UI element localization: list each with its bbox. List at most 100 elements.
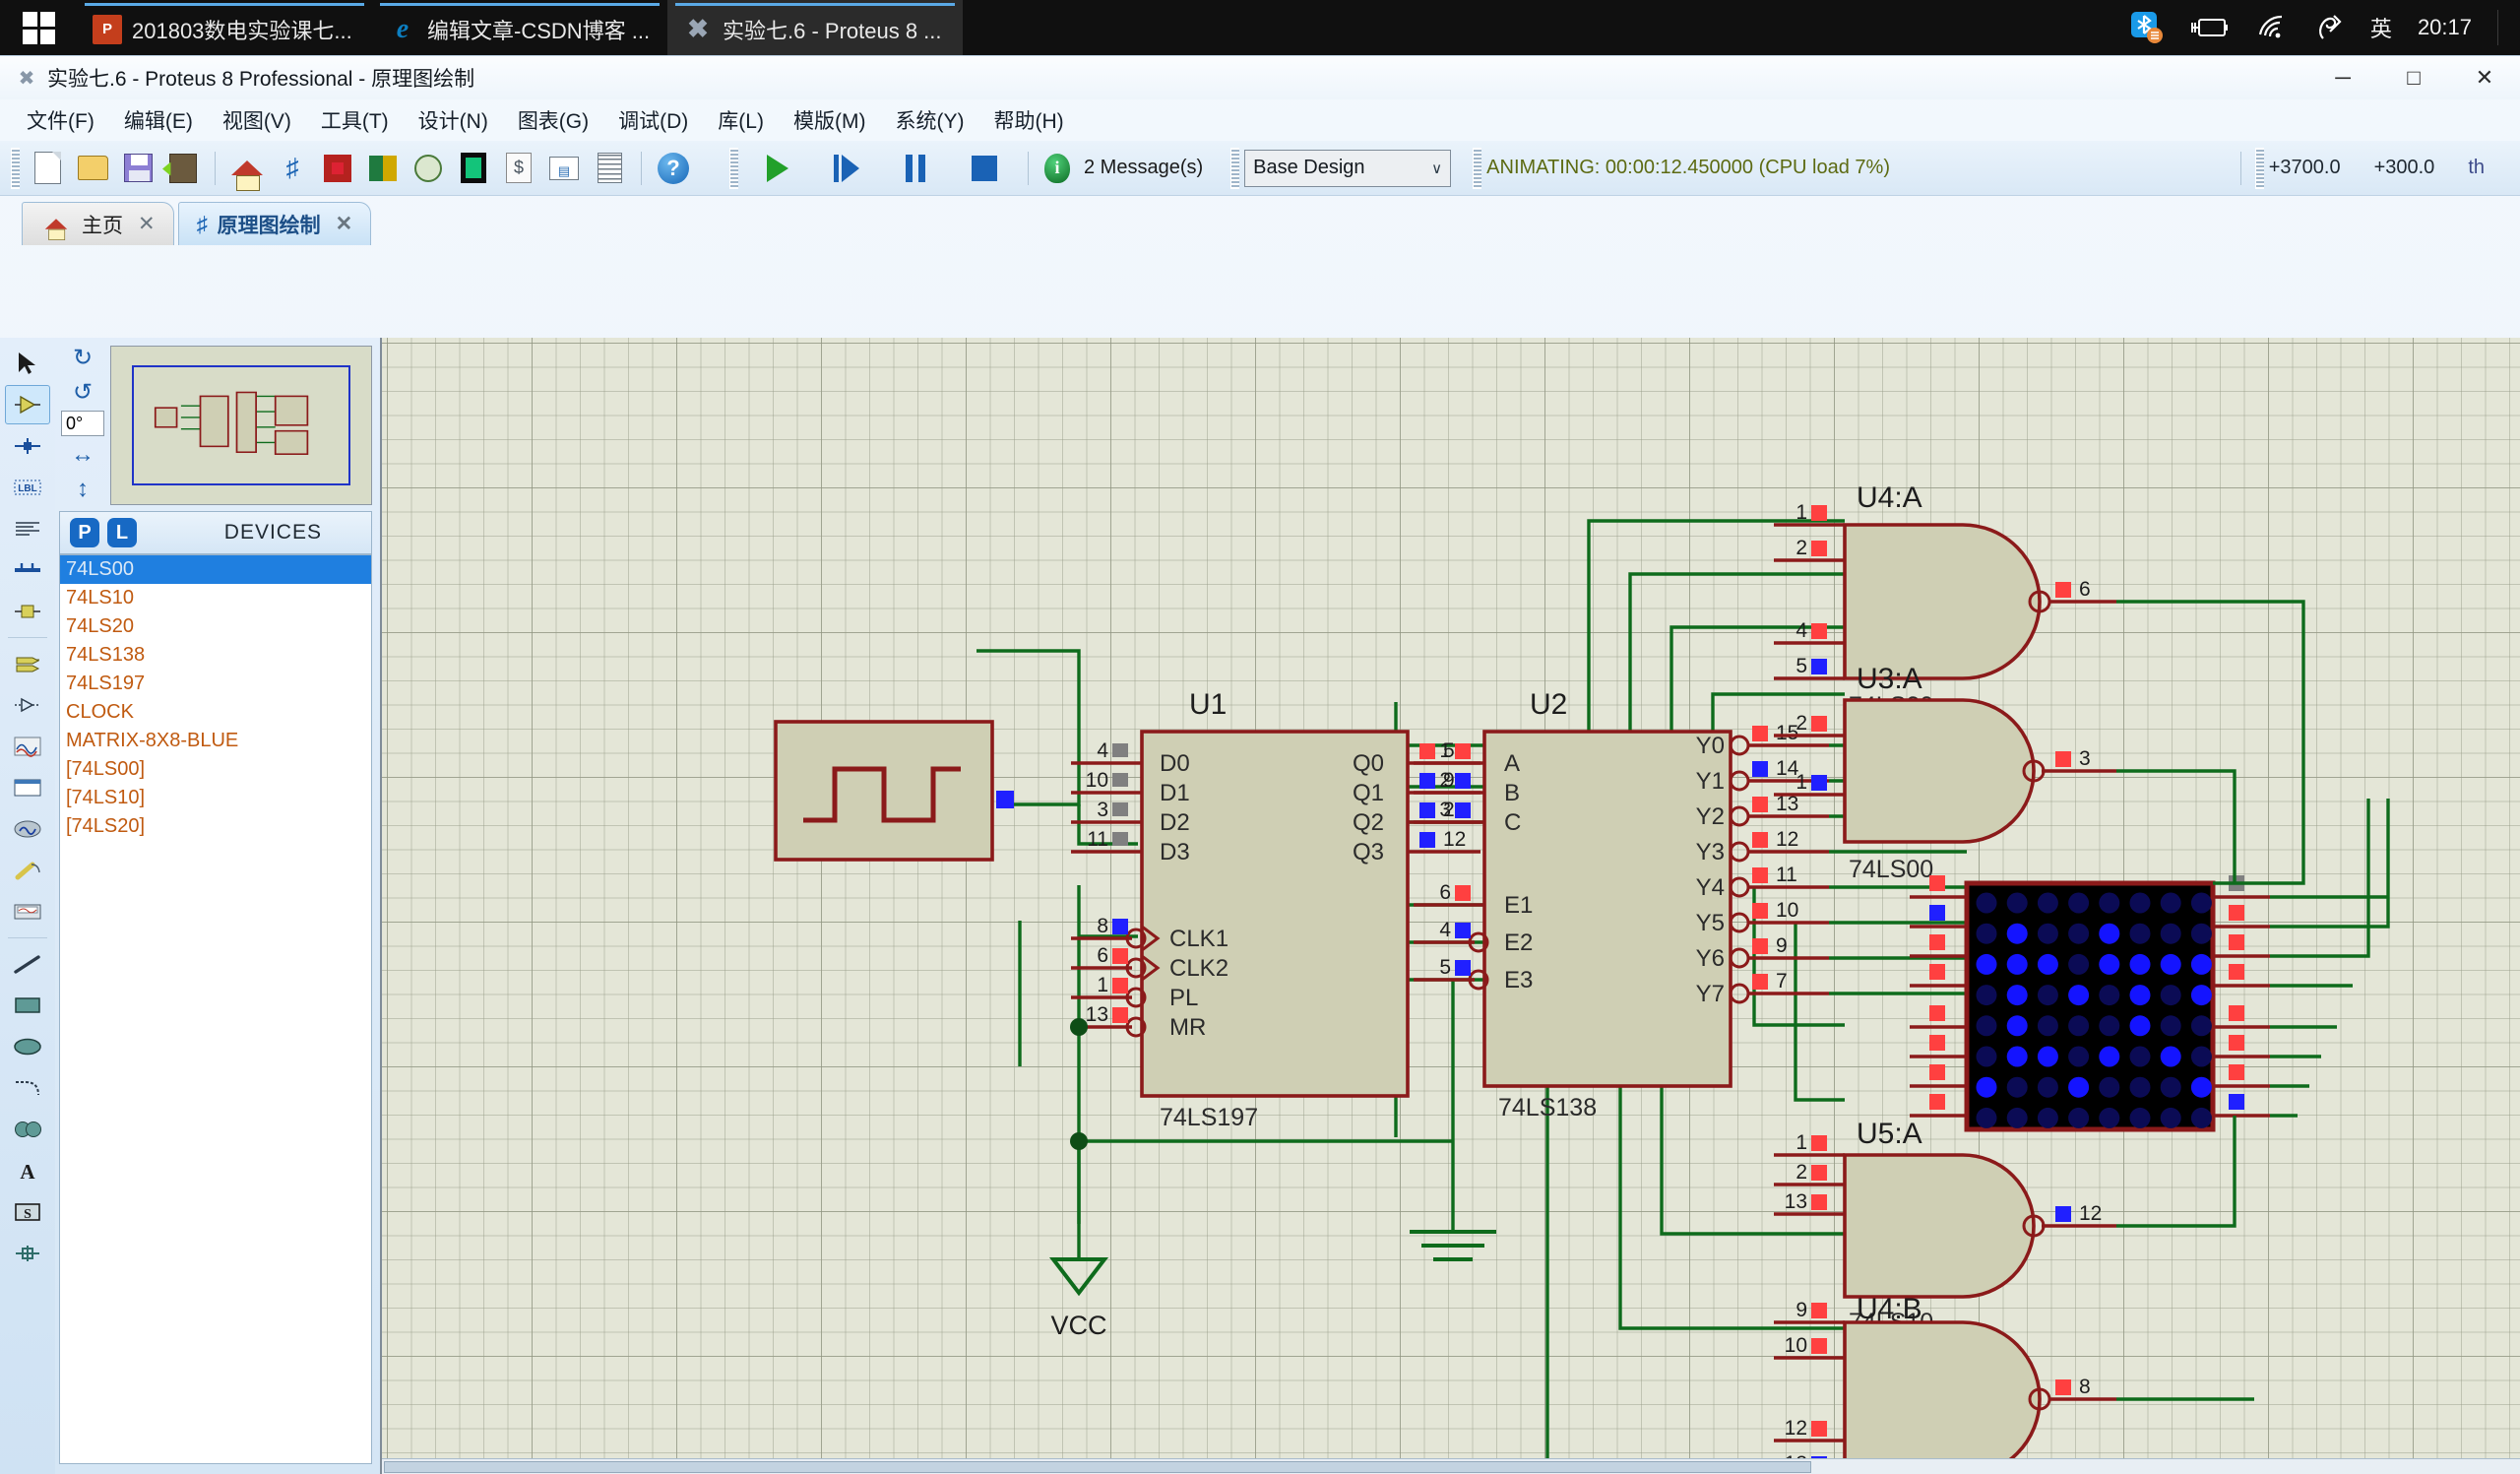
menu-edit[interactable]: 编辑(E) [111,100,206,140]
step-simulation-button[interactable] [812,147,881,190]
horizontal-scrollbar[interactable] [382,1458,2520,1474]
messages-button[interactable]: i [1038,147,1077,190]
list-item[interactable]: 74LS00 [60,555,371,584]
component-mode-button[interactable] [5,385,50,424]
bus-mode-button[interactable] [5,550,50,590]
generator-mode-button[interactable] [5,809,50,849]
voltage-probe-button[interactable] [5,851,50,890]
menu-design[interactable]: 设计(N) [406,100,501,140]
marker-tool-button[interactable] [5,1234,50,1273]
tab-schematic-capture[interactable]: ♯ 原理图绘制 ✕ [177,202,372,245]
menu-debug[interactable]: 调试(D) [605,100,701,140]
menu-tools[interactable]: 工具(T) [308,100,402,140]
menu-system[interactable]: 系统(Y) [882,100,976,140]
3d-viewer-button[interactable] [360,147,406,190]
component-u2[interactable]: U2 74LS138 1 2 3 6 4 5 A B C E1 E2 E3 15… [1414,688,1829,1122]
list-item[interactable]: [74LS00] [60,755,371,784]
terminals-mode-button[interactable] [5,644,50,683]
text-script-button[interactable] [5,509,50,548]
list-item[interactable]: 74LS10 [60,584,371,612]
pcb-layout-button[interactable] [315,147,360,190]
pause-simulation-button[interactable] [881,147,950,190]
mirror-vertical-button[interactable]: ↕ [61,474,104,505]
toolbar-grip[interactable] [2254,147,2264,189]
menu-file[interactable]: 文件(F) [14,100,107,140]
close-icon[interactable]: ✕ [336,212,353,236]
help-button[interactable]: ? [651,147,696,190]
list-item[interactable]: MATRIX-8X8-BLUE [60,727,371,755]
toolbar-grip[interactable] [1473,147,1482,189]
save-file-button[interactable] [115,147,160,190]
schematic-canvas[interactable]: .wire{stroke:#0e6b1c;stroke-width:3.4;fi… [380,338,2520,1474]
start-button[interactable] [0,0,77,55]
menu-view[interactable]: 视图(V) [210,100,304,140]
list-item[interactable]: 74LS138 [60,641,371,670]
toolbar-grip[interactable] [11,147,20,189]
symbol-tool-button[interactable]: S [5,1192,50,1232]
exit-button[interactable] [160,147,206,190]
junction-dot-button[interactable] [5,426,50,466]
close-button[interactable]: ✕ [2449,56,2520,99]
taskbar-item-powerpoint[interactable]: P 201803数电实验课七... [77,0,372,55]
bluetooth-sync-icon[interactable] [2130,11,2164,44]
component-matrix[interactable] [1910,875,2270,1132]
taskbar-item-edge[interactable]: e 编辑文章-CSDN博客 ... [372,0,667,55]
gerber-viewer-button[interactable] [406,147,451,190]
home-button[interactable] [224,147,270,191]
ime-indicator[interactable]: 英 [2370,12,2392,43]
bom-button[interactable] [451,147,496,190]
clock[interactable]: 20:17 [2418,15,2472,40]
ground-terminal[interactable] [1410,1137,1496,1261]
toolbar-grip[interactable] [1230,147,1240,189]
toolbar-grip[interactable] [729,147,738,189]
sheet-select[interactable]: Base Design ∨ [1244,149,1452,187]
selection-mode-button[interactable] [5,344,50,383]
rotate-cw-button[interactable]: ↻ [61,342,104,373]
run-simulation-button[interactable] [743,147,812,190]
box-tool-button[interactable] [5,986,50,1025]
taskbar-item-proteus[interactable]: ✖ 实验七.6 - Proteus 8 ... [667,0,963,55]
clock-generator[interactable] [774,720,1014,862]
library-manager-button[interactable]: L [107,518,137,547]
battery-charging-icon[interactable] [2189,15,2231,40]
tape-recorder-button[interactable] [5,768,50,807]
minimize-button[interactable]: ─ [2307,56,2378,99]
wifi-icon[interactable] [2256,15,2290,40]
subcircuit-button[interactable] [5,592,50,631]
devices-list[interactable]: 74LS00 74LS10 74LS20 74LS138 74LS197 CLO… [59,554,372,1464]
maximize-button[interactable]: □ [2378,56,2449,99]
wire-label-button[interactable]: LBL [5,468,50,507]
cost-button[interactable]: $ [496,147,541,190]
mirror-horizontal-button[interactable]: ↔ [61,439,104,471]
rotate-ccw-button[interactable]: ↺ [61,376,104,408]
menu-graph[interactable]: 图表(G) [505,100,601,140]
menu-help[interactable]: 帮助(H) [980,100,1076,140]
circle-tool-button[interactable] [5,1027,50,1066]
menu-template[interactable]: 模版(M) [781,100,878,140]
stop-simulation-button[interactable] [950,147,1019,190]
design-explorer-button[interactable]: ▤ [541,147,587,190]
messages-label[interactable]: 2 Message(s) [1084,157,1203,179]
text-tool-button[interactable]: A [5,1151,50,1190]
scrollbar-thumb[interactable] [384,1461,1811,1473]
list-item[interactable]: [74LS20] [60,812,371,841]
device-pins-button[interactable] [5,685,50,725]
notes-button[interactable] [587,147,632,190]
pen-icon[interactable] [2315,13,2345,42]
angle-input[interactable]: 0° [61,411,104,436]
new-file-button[interactable] [25,147,70,190]
component-u1[interactable]: U1 74LS197 4 10 3 11 8 6 1 13 D0 D1 D2 D… [1071,688,1480,1131]
list-item[interactable]: [74LS10] [60,784,371,812]
list-item[interactable]: CLOCK [60,698,371,727]
line-tool-button[interactable] [5,944,50,984]
graph-mode-button[interactable] [5,727,50,766]
menu-library[interactable]: 库(L) [705,100,777,140]
close-icon[interactable]: ✕ [138,212,156,236]
component-u4a[interactable]: U4:A 74LS20 1 2 4 5 6 [1774,481,2116,720]
tab-home[interactable]: 主页 ✕ [22,202,174,245]
pick-devices-button[interactable]: P [70,518,99,547]
list-item[interactable]: 74LS197 [60,670,371,698]
schematic-capture-button[interactable]: ♯ [270,147,315,190]
list-item[interactable]: 74LS20 [60,612,371,641]
open-file-button[interactable] [70,147,115,190]
